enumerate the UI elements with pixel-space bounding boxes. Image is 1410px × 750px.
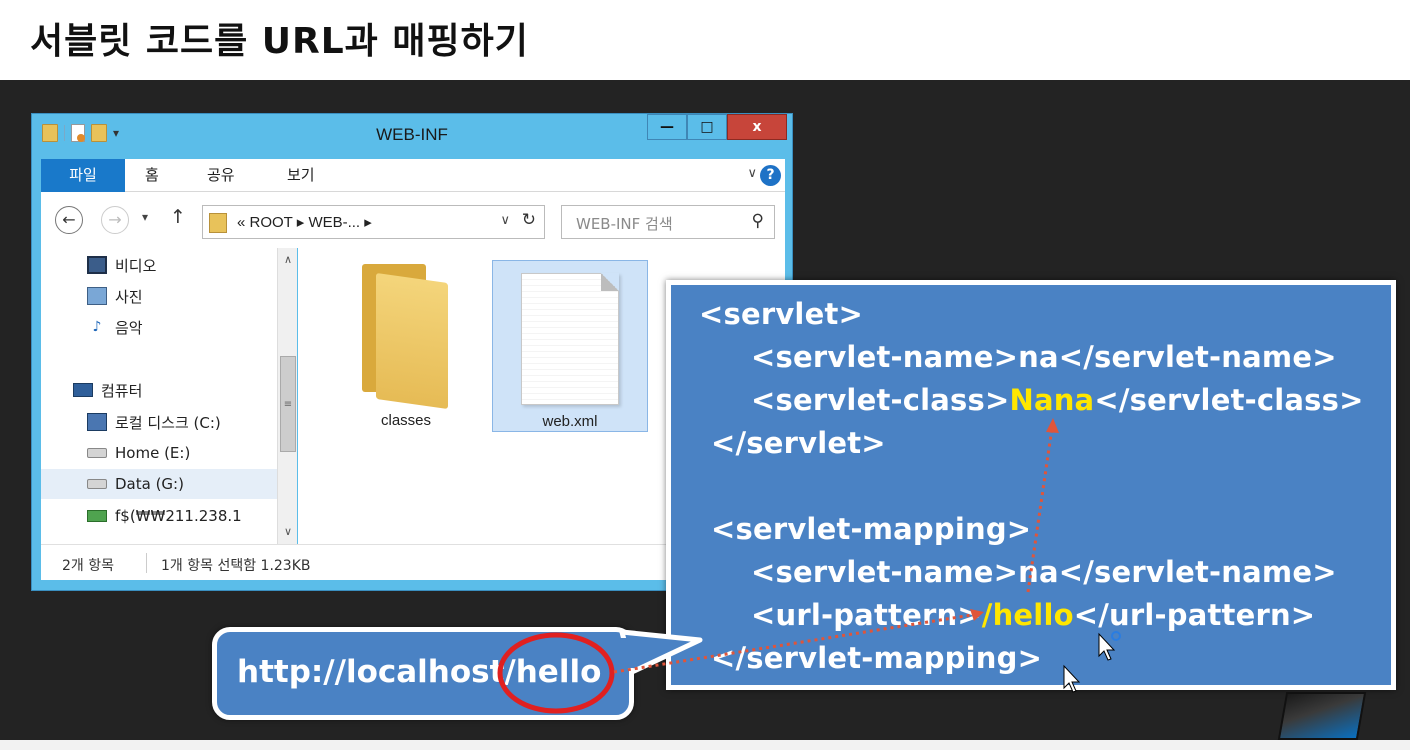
nav-item-label: 사진 — [115, 287, 143, 306]
selection-info: 1개 항목 선택함 1.23KB — [161, 558, 311, 574]
file-label: web.xml — [542, 413, 598, 430]
slide-title: 서블릿 코드를 URL과 매핑하기 — [30, 21, 529, 62]
nav-item-label: Data (G:) — [115, 475, 184, 493]
search-placeholder: WEB-INF 검색 — [576, 215, 673, 233]
photo-icon — [87, 287, 107, 305]
nav-item-label: 비디오 — [115, 256, 157, 275]
slide-header: 서블릿 코드를 URL과 매핑하기 — [0, 0, 1410, 80]
help-icon[interactable]: ? — [760, 165, 781, 186]
forward-arrow-icon[interactable]: → — [101, 206, 129, 234]
nav-item-label: 컴퓨터 — [101, 381, 143, 400]
bottom-strip — [0, 740, 1410, 750]
item-count: 2개 항목 — [62, 558, 114, 574]
servlet-class-value: Nana — [1009, 383, 1095, 417]
computer-icon — [73, 383, 93, 397]
recent-locations-icon[interactable]: ▾ — [142, 210, 148, 224]
file-item-classes[interactable]: classes — [346, 260, 466, 429]
navigation-pane: 비디오 사진 ♪ 음악 컴퓨터 로컬 디스크 (C:) Home (E:) Da… — [41, 248, 277, 544]
search-icon[interactable]: ⚲ — [752, 211, 764, 231]
web-xml-code-panel: <servlet> <servlet-name>na</servlet-name… — [666, 280, 1396, 690]
scroll-down-icon[interactable]: ∨ — [278, 522, 298, 542]
navigation-bar: ← → ▾ ↑ « ROOT ▸ WEB-... ▸ ∨ ↻ WEB-INF 검… — [41, 192, 785, 248]
minimize-button[interactable]: — — [647, 114, 687, 140]
url-callout: http://localhost/hello — [212, 627, 634, 720]
music-icon: ♪ — [92, 319, 102, 335]
address-path: « ROOT ▸ WEB-... ▸ — [237, 214, 372, 231]
nav-item-network-drive[interactable]: f$(₩₩211.238.1 — [41, 501, 277, 531]
drive-icon — [87, 448, 107, 458]
code-line-mapping-open: <servlet-mapping> — [711, 512, 1032, 546]
nav-item-local-disk[interactable]: 로컬 디스크 (C:) — [41, 407, 277, 437]
tab-share[interactable]: 공유 — [207, 159, 235, 192]
logo-icon — [1277, 692, 1367, 740]
drive-icon — [87, 479, 107, 489]
scroll-up-icon[interactable]: ∧ — [278, 250, 298, 270]
title-bar[interactable]: ▾ WEB-INF — □ x — [32, 114, 792, 152]
code-line-servlet-class: <servlet-class>Nana</servlet-class> — [751, 383, 1364, 417]
nav-item-label: 음악 — [115, 318, 143, 337]
ribbon-tabs: 파일 홈 공유 보기 ∨ ? — [41, 159, 785, 192]
local-disk-icon — [87, 413, 107, 431]
video-icon — [87, 256, 107, 274]
close-button[interactable]: x — [727, 114, 787, 140]
folder-icon — [209, 213, 227, 233]
code-line-servlet-name: <servlet-name>na</servlet-name> — [751, 340, 1337, 374]
back-arrow-icon[interactable]: ← — [55, 206, 83, 234]
nav-item-computer[interactable]: 컴퓨터 — [41, 375, 277, 405]
url-text: http://localhost/hello — [237, 654, 602, 690]
url-pattern-value: /hello — [981, 598, 1074, 632]
nav-item-music[interactable]: ♪ 음악 — [41, 312, 277, 342]
chevron-down-icon[interactable]: ∨ — [500, 213, 510, 228]
nav-item-videos[interactable]: 비디오 — [41, 250, 277, 280]
nav-item-label: 로컬 디스크 (C:) — [115, 413, 221, 432]
window-controls: — □ x — [647, 114, 787, 140]
nav-item-label: f$(₩₩211.238.1 — [115, 507, 242, 525]
network-drive-icon — [87, 510, 107, 522]
document-icon — [521, 273, 619, 405]
status-divider — [146, 553, 147, 573]
scrollbar[interactable]: ∧ ≡ ∨ — [277, 248, 297, 544]
scroll-thumb[interactable]: ≡ — [280, 356, 296, 452]
tab-file[interactable]: 파일 — [41, 159, 125, 192]
code-line-url-pattern: <url-pattern>/hello</url-pattern> — [751, 598, 1316, 632]
code-line-servlet-open: <servlet> — [699, 297, 864, 331]
refresh-icon[interactable]: ↻ — [522, 210, 536, 230]
tab-home[interactable]: 홈 — [145, 159, 159, 192]
address-bar[interactable]: « ROOT ▸ WEB-... ▸ ∨ ↻ — [202, 205, 545, 239]
code-line-mapping-name: <servlet-name>na</servlet-name> — [751, 555, 1337, 589]
file-item-web-xml[interactable]: web.xml — [492, 260, 648, 432]
nav-item-data-drive[interactable]: Data (G:) — [41, 469, 277, 499]
nav-item-pictures[interactable]: 사진 — [41, 281, 277, 311]
nav-item-home-drive[interactable]: Home (E:) — [41, 438, 277, 468]
nav-item-label: Home (E:) — [115, 444, 191, 462]
chevron-down-icon[interactable]: ∨ — [747, 166, 757, 181]
tab-view[interactable]: 보기 — [287, 159, 315, 192]
file-label: classes — [380, 412, 432, 429]
up-arrow-icon[interactable]: ↑ — [170, 206, 186, 228]
code-line-mapping-close: </servlet-mapping> — [711, 641, 1043, 675]
folder-icon — [362, 264, 450, 410]
code-line-servlet-close: </servlet> — [711, 426, 886, 460]
search-input[interactable]: WEB-INF 검색 ⚲ — [561, 205, 775, 239]
maximize-button[interactable]: □ — [687, 114, 727, 140]
